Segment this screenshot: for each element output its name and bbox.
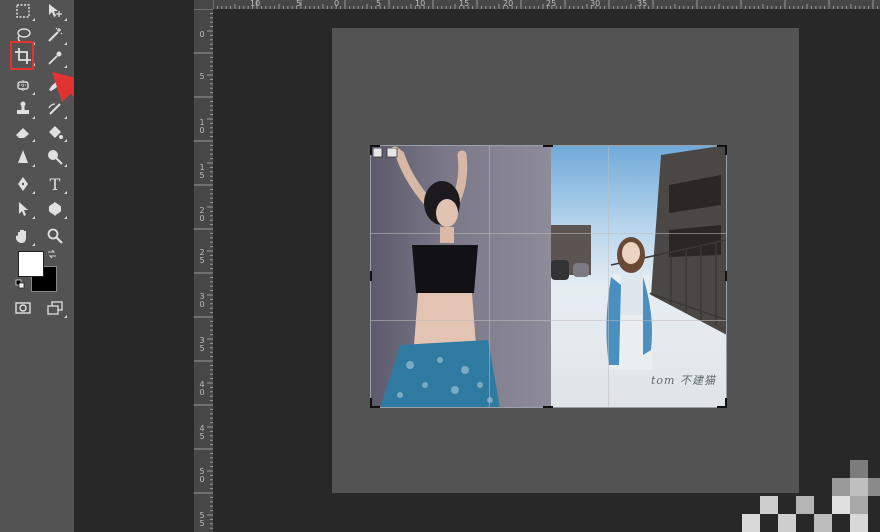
blur-tool-icon [18, 150, 28, 163]
spot-healing-brush-tool[interactable] [10, 74, 36, 96]
ruler-label: 2 5 [199, 248, 205, 265]
lasso-tool-icon [17, 28, 31, 43]
crop-area[interactable]: tom 不建猫 [370, 145, 727, 408]
move-tool[interactable] [42, 0, 68, 22]
vertical-ruler[interactable]: 0 5 1 0 1 5 2 0 2 5 3 0 3 5 4 0 4 5 5 0 … [194, 9, 214, 532]
crop-handle-right[interactable] [725, 271, 727, 281]
screen-mode-button[interactable] [42, 297, 68, 319]
crop-tool-icon [15, 48, 31, 64]
ruler-label: 30 [590, 0, 601, 8]
ruler-label: 5 5 [199, 511, 205, 528]
type-tool[interactable]: T [42, 173, 68, 195]
quick-mask-icon [15, 302, 31, 314]
vertical-ruler-ticks [194, 9, 213, 529]
crop-handle-bottom[interactable] [543, 406, 553, 408]
layer-badge-icon [373, 148, 398, 158]
ruler-origin[interactable] [194, 0, 213, 9]
ruler-label: 4 0 [199, 380, 205, 397]
ruler-label: 5 0 [199, 467, 205, 484]
eraser-tool[interactable] [10, 121, 36, 143]
crop-handle-bottom-right[interactable] [725, 398, 727, 408]
ruler-label: 0 [199, 30, 205, 39]
crop-handle-top-left[interactable] [370, 145, 372, 155]
custom-shape-tool-icon [48, 202, 62, 216]
ruler-label: 2 0 [199, 206, 205, 223]
foreground-color-swatch[interactable] [18, 251, 44, 277]
ruler-label: 3 0 [199, 292, 205, 309]
ruler-label: 0 [334, 0, 340, 8]
ruler-label: 15 [459, 0, 470, 8]
screen-mode-icon [47, 301, 63, 315]
marquee-tool-icon [16, 4, 30, 18]
pen-tool[interactable] [10, 173, 36, 195]
ruler-label: 3 5 [199, 336, 205, 353]
ruler-label: 5 [376, 0, 382, 8]
ruler-label: 5 [199, 72, 205, 81]
clone-stamp-tool[interactable] [10, 98, 36, 120]
ruler-label: 1 5 [199, 163, 205, 180]
horizontal-ruler[interactable]: 10 5 0 5 10 15 20 25 30 35 [213, 0, 880, 10]
panel-gap [74, 0, 194, 532]
type-tool-icon: T [49, 174, 61, 194]
magic-wand-tool-icon [48, 27, 63, 42]
ruler-label: 4 5 [199, 424, 205, 441]
ruler-label: 1 0 [199, 118, 205, 135]
hand-tool-icon [16, 230, 26, 243]
path-selection-tool-icon [19, 202, 28, 216]
crop-border [370, 145, 727, 408]
move-tool-icon [49, 4, 62, 17]
path-selection-tool[interactable] [10, 198, 36, 220]
ruler-label: 35 [637, 0, 648, 8]
ruler-label: 25 [546, 0, 557, 8]
zoom-tool[interactable] [42, 225, 68, 247]
ruler-label: 5 [296, 0, 302, 8]
blur-tool[interactable] [10, 146, 36, 168]
mosaic-watermark [742, 460, 880, 532]
crop-tool[interactable] [10, 45, 36, 67]
zoom-tool-icon [47, 228, 63, 244]
hand-tool[interactable] [10, 225, 36, 247]
spot-healing-brush-tool-icon [17, 80, 29, 91]
pen-tool-icon [18, 177, 28, 191]
crop-handle-top-right[interactable] [725, 145, 727, 155]
crop-handle-bottom-left[interactable] [370, 398, 372, 408]
eraser-tool-icon [16, 128, 29, 138]
marquee-tool[interactable] [10, 0, 36, 22]
quick-mask-button[interactable] [10, 297, 36, 319]
magic-wand-tool[interactable] [42, 24, 68, 46]
crop-handle-top[interactable] [543, 145, 553, 147]
clone-stamp-tool-icon [17, 101, 29, 114]
custom-shape-tool[interactable] [42, 198, 68, 220]
ruler-label: 10 [250, 0, 261, 8]
crop-handle-left[interactable] [370, 271, 372, 281]
ruler-label: 10 [415, 0, 426, 8]
default-colors-icon[interactable] [15, 279, 25, 289]
swap-colors-icon[interactable] [47, 249, 57, 259]
ruler-label: 20 [503, 0, 514, 8]
lasso-tool[interactable] [10, 24, 36, 46]
